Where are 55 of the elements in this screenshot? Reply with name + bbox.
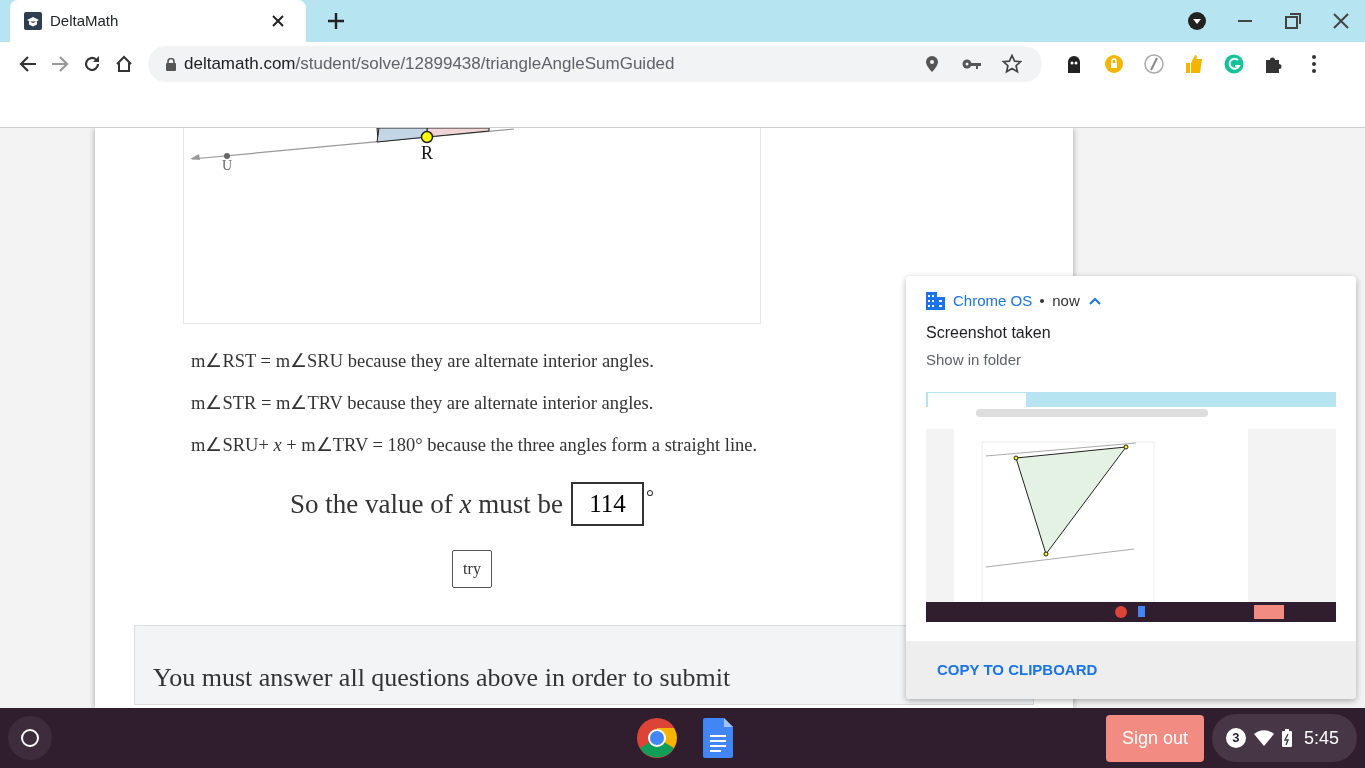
profile-menu-icon <box>1187 11 1207 31</box>
url-text: deltamath.com/student/solve/12899438/triangleAngleSumGuided <box>184 53 676 76</box>
building-icon <box>926 292 945 311</box>
browser-app-icon <box>636 717 678 759</box>
show-in-folder-link[interactable]: Show in folder <box>926 348 1022 371</box>
maximize-icon <box>1285 13 1301 29</box>
new-tab-icon <box>327 12 345 30</box>
menu-icon <box>1312 55 1316 73</box>
lock-icon <box>166 57 176 71</box>
document-app-icon <box>703 718 733 758</box>
answer-field[interactable]: 114 <box>570 482 644 526</box>
wifi-icon <box>1253 730 1274 746</box>
minimize-icon <box>1238 20 1252 22</box>
forward-icon <box>51 55 69 73</box>
reload-icon <box>83 55 101 73</box>
notification-title: Screenshot taken <box>926 322 1052 343</box>
extension-icon <box>1065 54 1083 74</box>
close-window-icon <box>1333 13 1349 29</box>
separator-dot-icon <box>1040 299 1045 304</box>
browser-tab[interactable]: DeltaMath <box>10 0 306 42</box>
point-marker <box>420 130 434 144</box>
back-icon <box>19 55 37 73</box>
extension-icon <box>1144 54 1164 74</box>
copy-to-clipboard-button[interactable]: COPY TO CLIPBOARD <box>936 657 1099 683</box>
battery-icon <box>1281 729 1292 747</box>
answer-prompt: So the value of x must be <box>290 487 563 521</box>
explanation-text: m∠STR = m∠TRV because they are alternate interior angles. <box>191 392 655 415</box>
bookmark-star-icon <box>1002 54 1022 74</box>
notification-time: now <box>1052 291 1080 311</box>
collapse-icon <box>1088 297 1101 306</box>
key-icon <box>962 58 982 70</box>
circle-icon <box>21 729 39 747</box>
point-label: R <box>421 143 433 163</box>
grammar-extension-icon <box>1224 54 1244 74</box>
location-pin-icon <box>925 55 939 73</box>
extension-icon <box>1104 54 1124 74</box>
notification-source: Chrome OS <box>953 291 1033 311</box>
browser-app-button[interactable] <box>636 717 678 759</box>
degree-mark: ° <box>645 485 654 510</box>
explanation-text: m∠RST = m∠SRU because they are alternate interior angles. <box>191 350 655 373</box>
home-icon <box>115 55 133 73</box>
document-app-button[interactable] <box>702 717 734 759</box>
address-bar[interactable]: deltamath.com/student/solve/12899438/triangleAngleSumGuided <box>148 46 1042 82</box>
graduation-cap-icon <box>24 12 42 30</box>
close-tab-icon <box>271 14 285 28</box>
notification-count: 3 <box>1225 728 1246 748</box>
point-marker <box>224 153 230 159</box>
launcher-button[interactable] <box>8 716 52 760</box>
try-button[interactable]: try <box>452 550 492 588</box>
thumbs-up-icon <box>1184 54 1204 74</box>
clock-time: 5:45 <box>1303 726 1339 750</box>
status-tray[interactable]: 3 5:45 <box>1211 714 1357 762</box>
tab-title: DeltaMath <box>50 10 120 31</box>
explanation-text: m∠SRU+ x + m∠TRV = 180° because the three angles form a straight line. <box>191 434 759 457</box>
point-label: U <box>221 158 233 173</box>
